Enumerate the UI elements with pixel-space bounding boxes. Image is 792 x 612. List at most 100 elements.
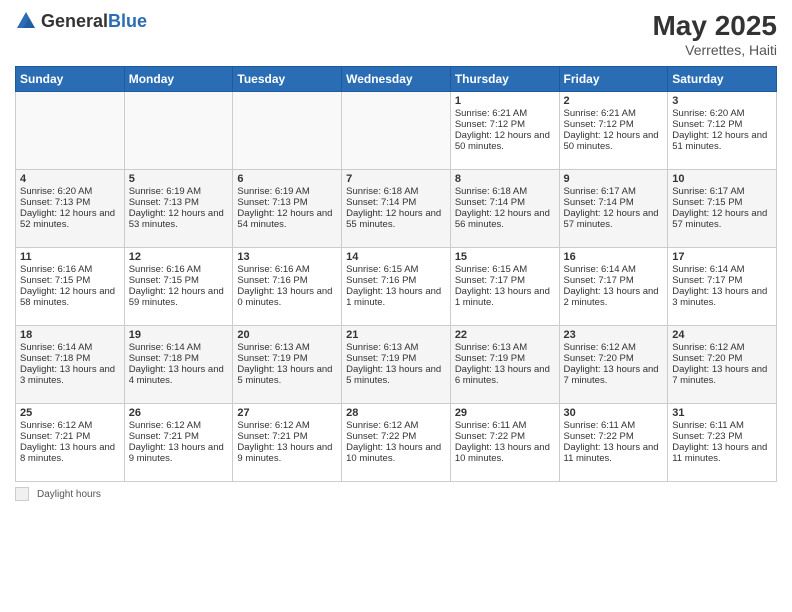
day-number: 30 [564, 407, 664, 419]
sunset-text: Sunset: 7:14 PM [455, 197, 555, 208]
daylight-text: Daylight: 12 hours and 57 minutes. [564, 208, 664, 230]
day-number: 1 [455, 95, 555, 107]
sunrise-text: Sunrise: 6:14 AM [564, 264, 664, 275]
daylight-text: Daylight: 12 hours and 53 minutes. [129, 208, 229, 230]
day-number: 26 [129, 407, 229, 419]
sunrise-text: Sunrise: 6:14 AM [20, 342, 120, 353]
calendar-cell: 1Sunrise: 6:21 AMSunset: 7:12 PMDaylight… [450, 92, 559, 170]
sunrise-text: Sunrise: 6:17 AM [672, 186, 772, 197]
daylight-text: Daylight: 13 hours and 7 minutes. [672, 364, 772, 386]
sunrise-text: Sunrise: 6:12 AM [237, 420, 337, 431]
day-number: 17 [672, 251, 772, 263]
calendar-cell: 2Sunrise: 6:21 AMSunset: 7:12 PMDaylight… [559, 92, 668, 170]
sunset-text: Sunset: 7:14 PM [346, 197, 446, 208]
title-block: May 2025 Verrettes, Haiti [652, 10, 777, 58]
calendar-cell: 9Sunrise: 6:17 AMSunset: 7:14 PMDaylight… [559, 170, 668, 248]
calendar-cell [124, 92, 233, 170]
sunrise-text: Sunrise: 6:12 AM [346, 420, 446, 431]
day-number: 2 [564, 95, 664, 107]
day-number: 21 [346, 329, 446, 341]
sunset-text: Sunset: 7:15 PM [20, 275, 120, 286]
daylight-text: Daylight: 12 hours and 54 minutes. [237, 208, 337, 230]
day-number: 25 [20, 407, 120, 419]
calendar-cell: 21Sunrise: 6:13 AMSunset: 7:19 PMDayligh… [342, 326, 451, 404]
sunset-text: Sunset: 7:13 PM [20, 197, 120, 208]
sunrise-text: Sunrise: 6:20 AM [20, 186, 120, 197]
day-number: 28 [346, 407, 446, 419]
week-row-3: 11Sunrise: 6:16 AMSunset: 7:15 PMDayligh… [16, 248, 777, 326]
sunset-text: Sunset: 7:13 PM [129, 197, 229, 208]
calendar-cell: 19Sunrise: 6:14 AMSunset: 7:18 PMDayligh… [124, 326, 233, 404]
week-row-4: 18Sunrise: 6:14 AMSunset: 7:18 PMDayligh… [16, 326, 777, 404]
day-number: 15 [455, 251, 555, 263]
calendar-cell: 11Sunrise: 6:16 AMSunset: 7:15 PMDayligh… [16, 248, 125, 326]
sunset-text: Sunset: 7:16 PM [237, 275, 337, 286]
day-number: 6 [237, 173, 337, 185]
day-number: 29 [455, 407, 555, 419]
calendar-cell: 20Sunrise: 6:13 AMSunset: 7:19 PMDayligh… [233, 326, 342, 404]
calendar-cell: 23Sunrise: 6:12 AMSunset: 7:20 PMDayligh… [559, 326, 668, 404]
sunset-text: Sunset: 7:15 PM [129, 275, 229, 286]
month-title: May 2025 [652, 10, 777, 42]
sunset-text: Sunset: 7:12 PM [564, 119, 664, 130]
daylight-text: Daylight: 12 hours and 55 minutes. [346, 208, 446, 230]
day-number: 31 [672, 407, 772, 419]
sunset-text: Sunset: 7:19 PM [346, 353, 446, 364]
daylight-text: Daylight: 13 hours and 3 minutes. [20, 364, 120, 386]
col-header-sunday: Sunday [16, 67, 125, 92]
daylight-text: Daylight: 13 hours and 9 minutes. [129, 442, 229, 464]
day-number: 12 [129, 251, 229, 263]
sunrise-text: Sunrise: 6:12 AM [672, 342, 772, 353]
sunrise-text: Sunrise: 6:16 AM [237, 264, 337, 275]
calendar-cell: 28Sunrise: 6:12 AMSunset: 7:22 PMDayligh… [342, 404, 451, 482]
sunset-text: Sunset: 7:14 PM [564, 197, 664, 208]
day-number: 5 [129, 173, 229, 185]
calendar-cell: 5Sunrise: 6:19 AMSunset: 7:13 PMDaylight… [124, 170, 233, 248]
calendar-cell: 29Sunrise: 6:11 AMSunset: 7:22 PMDayligh… [450, 404, 559, 482]
sunrise-text: Sunrise: 6:16 AM [20, 264, 120, 275]
sunrise-text: Sunrise: 6:18 AM [346, 186, 446, 197]
week-row-5: 25Sunrise: 6:12 AMSunset: 7:21 PMDayligh… [16, 404, 777, 482]
day-number: 16 [564, 251, 664, 263]
sunrise-text: Sunrise: 6:21 AM [455, 108, 555, 119]
sunrise-text: Sunrise: 6:13 AM [346, 342, 446, 353]
sunset-text: Sunset: 7:13 PM [237, 197, 337, 208]
day-number: 23 [564, 329, 664, 341]
daylight-text: Daylight: 13 hours and 3 minutes. [672, 286, 772, 308]
sunset-text: Sunset: 7:22 PM [455, 431, 555, 442]
calendar-cell: 3Sunrise: 6:20 AMSunset: 7:12 PMDaylight… [668, 92, 777, 170]
daylight-text: Daylight: 12 hours and 57 minutes. [672, 208, 772, 230]
calendar-cell: 26Sunrise: 6:12 AMSunset: 7:21 PMDayligh… [124, 404, 233, 482]
sunset-text: Sunset: 7:12 PM [455, 119, 555, 130]
sunset-text: Sunset: 7:20 PM [564, 353, 664, 364]
day-number: 24 [672, 329, 772, 341]
calendar-cell: 14Sunrise: 6:15 AMSunset: 7:16 PMDayligh… [342, 248, 451, 326]
daylight-text: Daylight: 13 hours and 5 minutes. [346, 364, 446, 386]
calendar-cell: 24Sunrise: 6:12 AMSunset: 7:20 PMDayligh… [668, 326, 777, 404]
daylight-text: Daylight: 12 hours and 50 minutes. [564, 130, 664, 152]
sunset-text: Sunset: 7:19 PM [237, 353, 337, 364]
day-number: 7 [346, 173, 446, 185]
day-number: 19 [129, 329, 229, 341]
sunrise-text: Sunrise: 6:11 AM [564, 420, 664, 431]
header-row: SundayMondayTuesdayWednesdayThursdayFrid… [16, 67, 777, 92]
location: Verrettes, Haiti [652, 42, 777, 58]
sunset-text: Sunset: 7:17 PM [455, 275, 555, 286]
sunset-text: Sunset: 7:18 PM [129, 353, 229, 364]
col-header-friday: Friday [559, 67, 668, 92]
sunrise-text: Sunrise: 6:15 AM [455, 264, 555, 275]
day-number: 9 [564, 173, 664, 185]
sunrise-text: Sunrise: 6:12 AM [564, 342, 664, 353]
sunset-text: Sunset: 7:15 PM [672, 197, 772, 208]
sunset-text: Sunset: 7:21 PM [237, 431, 337, 442]
calendar-cell: 18Sunrise: 6:14 AMSunset: 7:18 PMDayligh… [16, 326, 125, 404]
day-number: 3 [672, 95, 772, 107]
calendar-cell: 16Sunrise: 6:14 AMSunset: 7:17 PMDayligh… [559, 248, 668, 326]
daylight-text: Daylight: 13 hours and 7 minutes. [564, 364, 664, 386]
calendar-cell: 8Sunrise: 6:18 AMSunset: 7:14 PMDaylight… [450, 170, 559, 248]
calendar-cell: 31Sunrise: 6:11 AMSunset: 7:23 PMDayligh… [668, 404, 777, 482]
sunrise-text: Sunrise: 6:12 AM [20, 420, 120, 431]
daylight-text: Daylight: 13 hours and 9 minutes. [237, 442, 337, 464]
col-header-thursday: Thursday [450, 67, 559, 92]
week-row-1: 1Sunrise: 6:21 AMSunset: 7:12 PMDaylight… [16, 92, 777, 170]
